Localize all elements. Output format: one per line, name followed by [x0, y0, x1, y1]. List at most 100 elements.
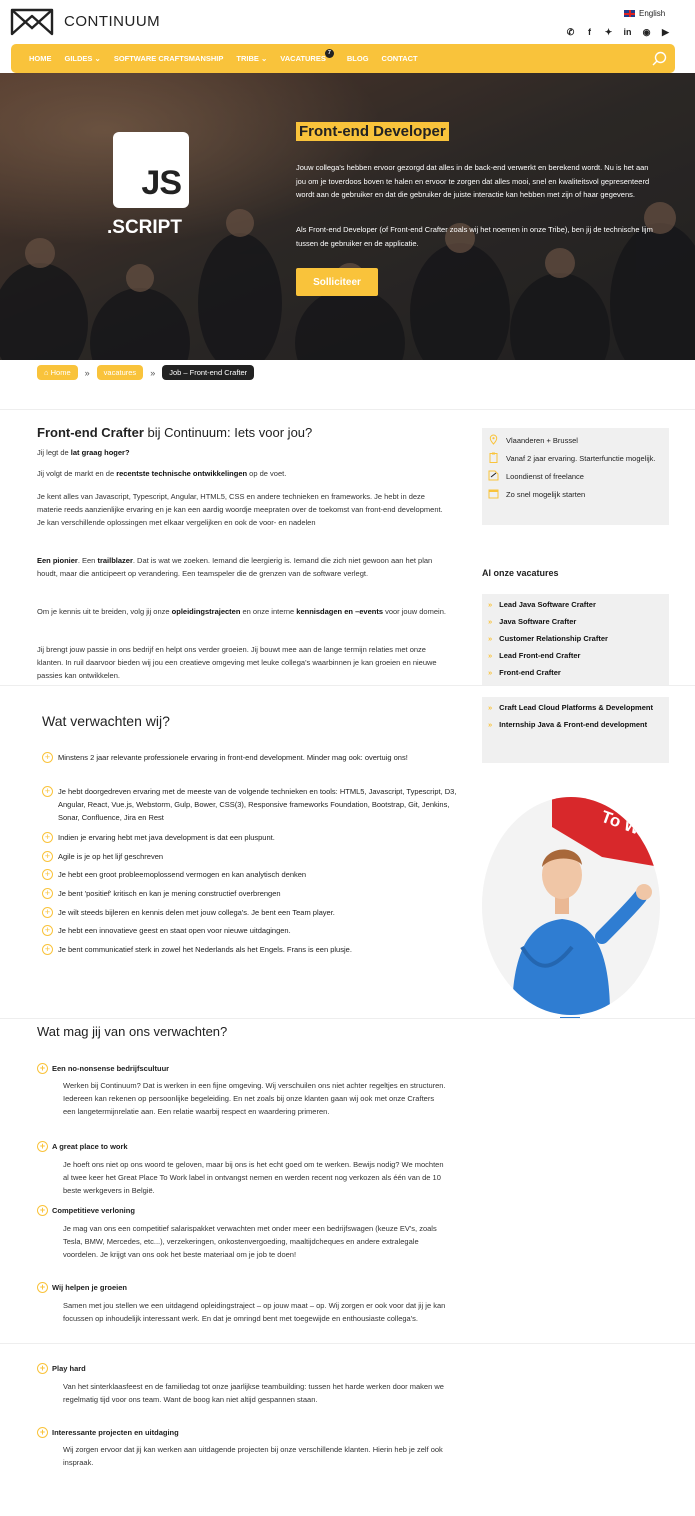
plus-circle-icon: + [42, 851, 53, 862]
linkedin-icon[interactable]: in [618, 27, 637, 38]
chevron-right-icon: » [488, 634, 493, 643]
requirement-item: + Je wilt steeds bijleren en kennis delen… [42, 906, 460, 919]
benefit-title: Play hard [52, 1363, 86, 1373]
continuum-logo[interactable] [10, 8, 54, 36]
language-label: English [639, 9, 666, 18]
vacancy-link[interactable]: » Internship Java & Front-end development [488, 718, 663, 731]
requirement-item: + Indien je ervaring hebt met java develo… [42, 831, 460, 844]
requirement-text: Je bent communicatief sterk in zowel het… [58, 945, 352, 954]
search-icon[interactable] [652, 51, 667, 66]
requirement-text: Indien je ervaring hebt met java develop… [58, 833, 275, 842]
plus-circle-icon: + [37, 1063, 48, 1074]
plus-circle-icon: + [37, 1363, 48, 1374]
chevron-down-icon: ⌄ [261, 54, 268, 63]
vacancy-list: » Lead Java Software Crafter » Java Softwa… [482, 594, 669, 685]
job-info-box: Vlaanderen + Brussel Vanaf 2 jaar ervari… [482, 428, 669, 525]
info-contract: Loondienst of freelance [488, 470, 663, 483]
brand-name: CONTINUUM [64, 13, 161, 30]
breadcrumb-home[interactable]: ⌂ Home [37, 365, 78, 380]
text-bold: trailblazer [97, 556, 133, 565]
requirement-text: Je hebt een innovatieve geest en staat o… [58, 926, 291, 935]
vacancy-link[interactable]: » Customer Relationship Crafter [488, 632, 663, 645]
text-bold: lat graag hoger? [70, 448, 130, 457]
nav-home[interactable]: HOME [29, 54, 52, 63]
divider [0, 685, 695, 686]
benefit-title: Interessante projecten en uitdaging [52, 1427, 179, 1437]
divider [0, 409, 695, 410]
info-experience: Vanaf 2 jaar ervaring. Starterfunctie mo… [488, 452, 663, 465]
uk-flag-icon [624, 10, 635, 17]
requirement-text: Minstens 2 jaar relevante professionele … [58, 753, 408, 762]
benefit-text: Je hoeft ons niet op ons woord te gelove… [63, 1160, 444, 1195]
text: Jij volgt de markt en de [37, 469, 117, 478]
benefit-title: Een no-nonsense bedrijfscultuur [52, 1063, 170, 1073]
intro-p2: Jij volgt de markt en de recentste techn… [37, 467, 447, 480]
intro-p3: Je kent alles van Javascript, Typescript… [37, 492, 443, 527]
hero-banner [0, 73, 695, 360]
vacancy-link[interactable]: » Craft Lead Cloud Platforms & Developmen… [488, 701, 663, 714]
benefit-heading: + Interessante projecten en uitdaging [37, 1426, 179, 1438]
chevron-right-icon: » [488, 651, 493, 660]
nav-gildes[interactable]: GILDES ⌄ [65, 54, 101, 63]
benefit-heading: + Play hard [37, 1362, 86, 1374]
vacancy-link[interactable]: » Front-end Crafter [488, 666, 663, 679]
plus-circle-icon: + [37, 1141, 48, 1152]
plus-circle-icon: + [42, 752, 53, 763]
info-location-text: Vlaanderen + Brussel [506, 436, 578, 445]
benefit-heading: + Een no-nonsense bedrijfscultuur [37, 1062, 169, 1074]
language-switcher[interactable]: English [624, 9, 665, 18]
vacancy-list-continued: » Craft Lead Cloud Platforms & Developmen… [482, 697, 669, 763]
divider [0, 1343, 695, 1344]
contract-icon [488, 470, 499, 481]
info-start: Zo snel mogelijk starten [488, 488, 663, 501]
instagram-icon[interactable]: ◉ [637, 27, 656, 38]
breadcrumb-vacatures[interactable]: vacatures [96, 365, 144, 380]
chevron-right-icon: » [488, 600, 493, 609]
nav-vacatures-label: VACATURES [280, 54, 326, 63]
nav-software-craftsmanship[interactable]: SOFTWARE CRAFTSMANSHIP [114, 54, 224, 63]
hero-background-photo [0, 73, 695, 360]
requirement-item: + Je bent communicatief sterk in zowel he… [42, 943, 460, 956]
facebook-icon[interactable]: f [580, 27, 599, 38]
vacancy-label: Craft Lead Cloud Platforms & Development [499, 703, 653, 712]
benefit-title: Competitieve verloning [52, 1205, 135, 1215]
vacancy-link[interactable]: » Java Software Crafter [488, 615, 663, 628]
employee-photo: To Work [482, 797, 660, 1015]
nav-tribe[interactable]: TRIBE ⌄ [236, 54, 267, 63]
plus-circle-icon: + [42, 944, 53, 955]
vacancy-link[interactable]: » Lead Front-end Crafter [488, 649, 663, 662]
calendar-icon [488, 489, 499, 499]
text: en onze interne [240, 607, 297, 616]
expect-heading: Wat verwachten wij? [42, 713, 170, 729]
vacancies-heading: Al onze vacatures [482, 568, 559, 578]
js-logo-subtitle: .SCRIPT [107, 217, 182, 238]
plus-circle-icon: + [42, 907, 53, 918]
info-contract-text: Loondienst of freelance [506, 472, 584, 481]
nav-blog[interactable]: BLOG [347, 54, 369, 63]
javascript-logo: JS [113, 132, 189, 208]
youtube-icon[interactable]: ▶ [656, 27, 675, 38]
vacancy-link[interactable]: » Lead Java Software Crafter [488, 598, 663, 611]
text: op de voet. [247, 469, 287, 478]
hero-intro-paragraph: Jouw collega's hebben ervoor gezorgd dat… [296, 163, 650, 199]
intro-p5: Om je kennis uit te breiden, volg jij on… [37, 605, 447, 618]
requirement-item: + Minstens 2 jaar relevante professionele… [42, 751, 460, 764]
breadcrumb-home-label: Home [50, 368, 71, 377]
twitter-icon[interactable]: ✦ [599, 27, 618, 38]
benefit-title: A great place to work [52, 1141, 128, 1151]
benefit-text: Van het sinterklaasfeest en de familieda… [63, 1382, 444, 1404]
intro-p6: Jij brengt jouw passie in ons bedrijf en… [37, 645, 437, 680]
social-links: ✆ f ✦ in ◉ ▶ [561, 27, 675, 38]
requirement-text: Je bent 'positief' kritisch en kan je me… [58, 889, 281, 898]
intro-p4: Een pionier. Een trailblazer. Dat is wat… [37, 554, 447, 580]
whatsapp-icon[interactable]: ✆ [561, 27, 580, 38]
chevron-right-icon: » [488, 668, 493, 677]
nav-contact[interactable]: CONTACT [382, 54, 418, 63]
breadcrumb-separator: » [84, 367, 90, 378]
apply-button[interactable]: Solliciteer [296, 268, 378, 296]
divider [0, 1018, 695, 1019]
breadcrumb-separator: » [150, 367, 156, 378]
offer-heading: Wat mag jij van ons verwachten? [37, 1024, 228, 1039]
nav-vacatures[interactable]: VACATURES 7 [280, 49, 334, 63]
plus-circle-icon: + [42, 786, 53, 797]
